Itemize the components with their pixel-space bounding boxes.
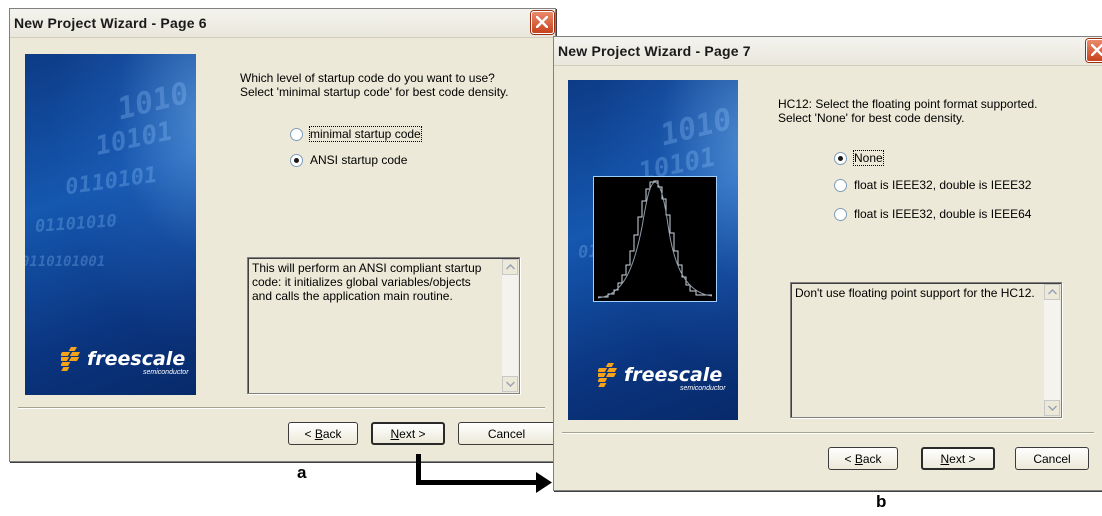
description-box[interactable]: This will perform an ANSI compliant star… [247,257,520,394]
next-label: Next > [940,451,976,466]
histogram-graphic [593,176,717,302]
chevron-down-icon [506,381,515,387]
caption-b: b [876,492,887,511]
radio-button-selected[interactable] [834,151,847,165]
scroll-up-button[interactable] [502,259,518,275]
description-text: Don't use floating point support for the… [795,286,1035,300]
radio-button-selected[interactable] [290,153,303,167]
back-button[interactable]: < Back [288,422,358,445]
prompt-line-1: HC12: Select the floating point format s… [778,97,1038,111]
radio-label: None [853,150,884,166]
description-text: This will perform an ANSI compliant star… [252,261,481,303]
back-label: < Back [844,451,882,466]
cancel-button[interactable]: Cancel [458,422,554,445]
cancel-label: Cancel [487,426,526,441]
window-title: New Project Wizard - Page 6 [14,15,207,31]
radio-ieee32-ieee64[interactable]: float is IEEE32, double is IEEE64 [834,207,1031,221]
arrow-head [536,472,552,493]
close-icon [1091,44,1102,56]
logo-subtext: semiconductor [680,385,726,392]
freescale-logo: freescale semiconductor [598,363,726,392]
title-bar[interactable]: New Project Wizard - Page 7 [554,37,1102,66]
radio-label: ANSI startup code [310,153,408,167]
radio-label: float is IEEE32, double is IEEE64 [854,207,1032,221]
logo-text: freescale [87,348,186,370]
button-separator [18,407,545,409]
next-button[interactable]: Next > [921,447,995,470]
prompt-line-1: Which level of startup code do you want … [240,71,495,85]
radio-ansi-startup[interactable]: ANSI startup code [290,153,407,167]
back-label: < Back [304,426,342,441]
description-line: Don't use floating point support for the… [795,286,1035,300]
logo-text: freescale [624,364,723,386]
vertical-scrollbar[interactable] [502,259,518,392]
close-button[interactable] [1086,39,1102,62]
prompt-line-2: Select 'None' for best code density. [778,111,965,125]
radio-button[interactable] [834,207,847,221]
chevron-down-icon [1048,405,1057,411]
radio-minimal-startup[interactable]: minimal startup code [290,126,422,142]
close-icon [536,16,548,28]
radio-button[interactable] [834,178,847,192]
vertical-scrollbar[interactable] [1044,284,1060,416]
radio-ieee32-ieee32[interactable]: float is IEEE32, double is IEEE32 [834,178,1031,192]
radio-none[interactable]: None [834,150,884,166]
freescale-logo-icon [61,347,81,371]
description-line: code: it initializes global variables/ob… [252,275,471,289]
prompt-line-2: Select 'minimal startup code' for best c… [240,85,509,99]
wizard-banner-image: 1010 10101 0110101 01101010 [568,80,738,420]
chevron-up-icon [1048,289,1057,295]
wizard-dialog-page-7: New Project Wizard - Page 7 1010 10101 0… [553,36,1102,491]
description-line: This will perform an ANSI compliant star… [252,261,482,275]
description-line: and calls the application main routine. [252,289,453,303]
radio-button[interactable] [290,127,303,141]
freescale-logo-icon [598,363,618,387]
back-button[interactable]: < Back [828,447,898,470]
prompt-text: HC12: Select the floating point format s… [778,97,1037,125]
description-box[interactable]: Don't use floating point support for the… [790,282,1062,418]
prompt-text: Which level of startup code do you want … [240,71,509,99]
next-label: Next > [390,426,426,441]
cancel-button[interactable]: Cancel [1015,447,1089,470]
arrow-horizontal-segment [416,480,540,485]
scroll-up-button[interactable] [1044,284,1060,300]
button-separator [562,432,1094,434]
freescale-logo: freescale semiconductor [61,347,189,376]
wizard-dialog-page-6: New Project Wizard - Page 6 1010 10101 0… [9,8,556,462]
next-button[interactable]: Next > [371,422,445,445]
window-title: New Project Wizard - Page 7 [558,43,751,59]
caption-a: a [297,463,307,482]
wizard-banner-image: 1010 10101 0110101 01101010 0110101001 f… [25,54,196,395]
title-bar[interactable]: New Project Wizard - Page 6 [10,9,555,38]
radio-label: float is IEEE32, double is IEEE32 [854,178,1032,192]
cancel-label: Cancel [1033,451,1071,466]
chevron-up-icon [506,264,515,270]
radio-label: minimal startup code [309,126,422,142]
histogram-graphic-icon [597,180,713,299]
scroll-down-button[interactable] [1044,400,1060,416]
logo-subtext: semiconductor [143,369,189,376]
scroll-down-button[interactable] [502,376,518,392]
close-button[interactable] [531,11,554,34]
